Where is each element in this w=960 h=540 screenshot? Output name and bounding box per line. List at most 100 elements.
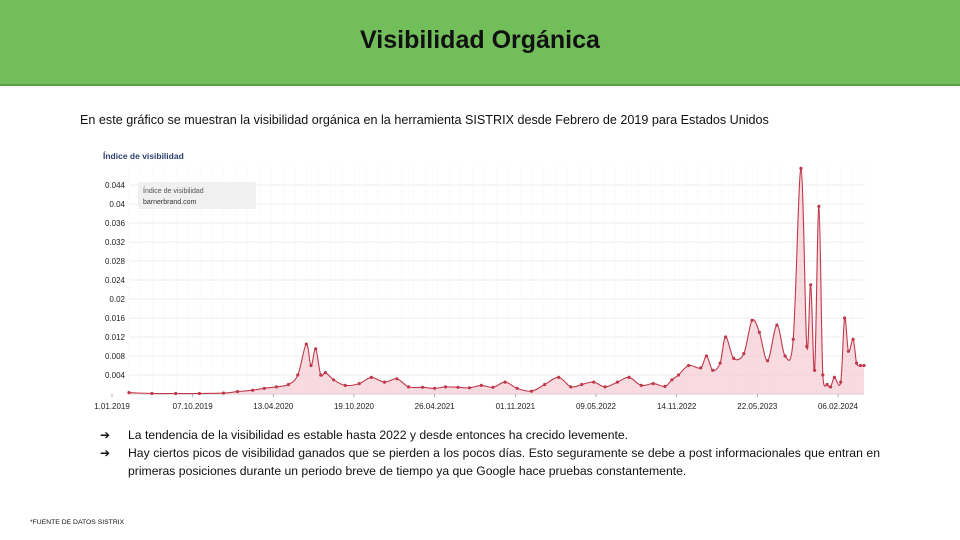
arrow-right-icon: ➔: [100, 446, 111, 460]
chart-svg: Índice de visibilidad 0.044 0.04 0.036 0.03…: [94, 151, 866, 411]
x-tick-label: 09.05.2022: [576, 402, 617, 411]
chart-title: Índice de visibilidad: [103, 151, 184, 161]
y-tick-label: 0.032: [105, 238, 126, 247]
arrow-right-icon: ➔: [100, 428, 111, 442]
data-point: [314, 347, 318, 351]
data-point: [839, 380, 843, 384]
x-tick-label: 07.10.2019: [173, 402, 214, 411]
data-point: [491, 385, 495, 389]
data-point: [704, 354, 709, 358]
data-point: [433, 386, 437, 390]
y-tick-label: 0.016: [105, 314, 126, 323]
data-point: [699, 366, 703, 370]
data-point: [724, 335, 728, 339]
data-point: [221, 391, 226, 395]
data-point: [687, 363, 691, 368]
data-point: [444, 385, 448, 389]
data-point: [791, 337, 795, 341]
data-point: [615, 380, 620, 384]
y-axis: 0.044 0.04 0.036 0.032 0.028 0.024 0.02 0.016 0.…: [105, 181, 126, 380]
data-point: [651, 382, 655, 386]
data-point: [592, 380, 596, 384]
x-tick-label: 22.05.2023: [737, 402, 778, 411]
x-tick-label: 14.11.2022: [657, 402, 697, 411]
data-point: [304, 342, 308, 346]
chart-legend: Índice de visibilidad barnerbrand.com: [138, 182, 256, 209]
data-point: [775, 323, 779, 327]
data-point: [343, 383, 347, 387]
data-point: [286, 382, 290, 387]
data-point: [825, 382, 829, 387]
data-point: [832, 375, 837, 379]
legend-domain: barnerbrand.com: [143, 199, 196, 206]
y-tick-label: 0.008: [105, 352, 126, 361]
data-point: [127, 391, 131, 395]
intro-text: En este gráfico se muestran la visibilid…: [80, 113, 769, 127]
data-point: [197, 391, 201, 396]
data-point: [809, 283, 813, 287]
data-point: [332, 378, 336, 382]
data-point: [174, 391, 178, 396]
x-tick-label: 19.10.2020: [334, 402, 375, 411]
y-tick-label: 0.024: [105, 276, 126, 285]
x-tick-label: 01.11.2021: [496, 402, 536, 411]
data-point: [843, 316, 847, 320]
data-point: [750, 318, 754, 322]
data-point: [296, 373, 300, 377]
y-tick-label: 0.012: [105, 333, 126, 342]
data-point: [639, 383, 643, 387]
y-tick-label: 0.028: [105, 257, 126, 266]
source-footnote: *FUENTE DE DATOS SISTRIX: [30, 519, 125, 526]
data-point: [757, 330, 762, 334]
bullet-item: ➔ La tendencia de la visibilidad es esta…: [100, 426, 880, 444]
bullet-item: ➔ Hay ciertos picos de visibilidad ganad…: [100, 444, 880, 480]
x-tick-label: 1.01.2019: [94, 402, 130, 411]
data-point: [150, 391, 154, 396]
y-tick-label: 0.04: [109, 200, 125, 209]
title-bar: Visibilidad Orgánica: [0, 0, 960, 86]
data-point: [663, 384, 667, 388]
data-point: [515, 386, 519, 390]
x-tick-label: 26.04.2021: [415, 402, 456, 411]
x-axis: 1.01.2019 07.10.2019 13.04.2020 19.10.2020 2…: [94, 394, 859, 411]
data-point: [407, 385, 411, 389]
data-point: [569, 385, 573, 389]
data-point: [580, 382, 584, 387]
data-point: [851, 337, 855, 341]
data-point: [718, 361, 722, 365]
data-point: [676, 373, 681, 377]
x-tick-label: 06.02.2024: [818, 402, 859, 411]
y-tick-label: 0.02: [109, 295, 125, 304]
data-point: [670, 378, 674, 382]
data-point: [309, 363, 313, 368]
data-point: [817, 204, 821, 208]
y-tick-label: 0.036: [105, 219, 126, 228]
data-point: [395, 377, 399, 381]
data-point: [742, 352, 746, 356]
data-point: [274, 385, 278, 389]
data-point: [603, 385, 607, 389]
x-tick-label: 13.04.2020: [253, 402, 294, 411]
slide-title: Visibilidad Orgánica: [360, 25, 600, 54]
bullet-text: La tendencia de la visibilidad es establ…: [128, 428, 629, 442]
y-tick-label: 0.004: [105, 371, 126, 380]
data-point: [503, 380, 507, 384]
data-point: [262, 386, 266, 390]
data-point: [732, 356, 736, 360]
data-point: [529, 389, 534, 393]
data-point: [382, 380, 387, 384]
data-point: [251, 388, 255, 392]
data-point: [543, 382, 547, 387]
data-point: [369, 375, 373, 379]
data-point: [456, 385, 460, 389]
data-point: [557, 375, 561, 379]
data-point: [813, 368, 817, 372]
bullet-text: Hay ciertos picos de visibilidad ganados…: [128, 446, 880, 478]
bullet-list: ➔ La tendencia de la visibilidad es esta…: [100, 426, 880, 480]
data-point: [235, 390, 240, 394]
data-point: [421, 385, 425, 389]
data-point: [323, 371, 327, 375]
data-point: [855, 361, 859, 365]
data-point: [805, 344, 809, 349]
data-point: [821, 373, 825, 377]
